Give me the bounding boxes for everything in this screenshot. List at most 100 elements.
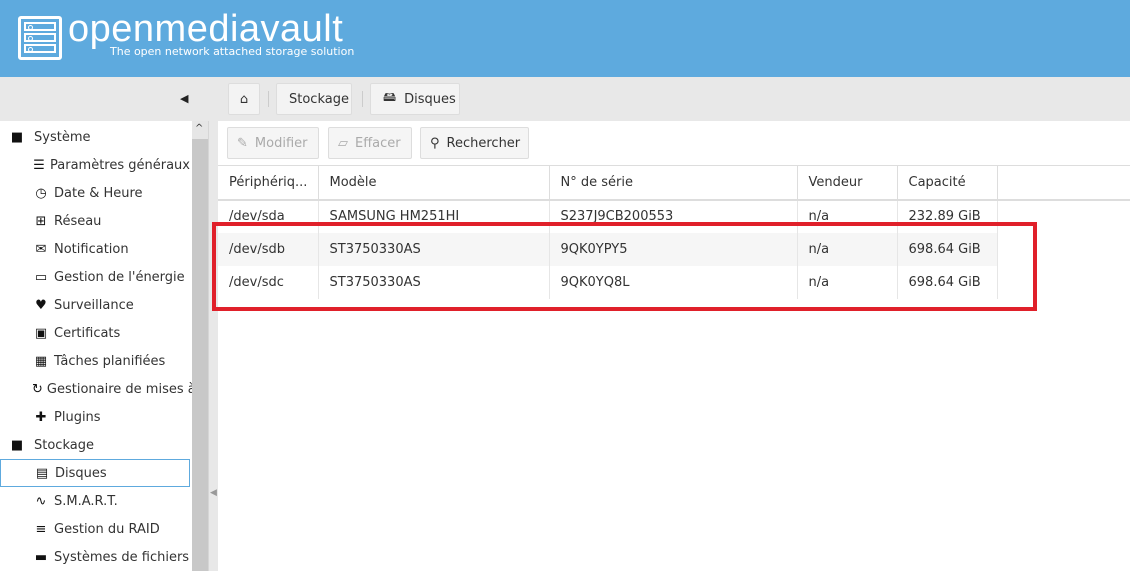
table-cell: /dev/sda — [218, 199, 319, 233]
sidebar-item-label: Surveillance — [54, 297, 134, 313]
eraser-icon: ▱ — [338, 135, 348, 151]
breadcrumb-label: Stockage — [289, 91, 349, 107]
puzzle-icon: ✚ — [35, 409, 47, 425]
table-cell: n/a — [797, 199, 898, 233]
home-button[interactable]: ⌂ — [228, 83, 260, 115]
pulse-icon: ∿ — [35, 493, 47, 509]
sidebar-nav: ■ Système ☰ Paramètres généraux ◷ Date & Heur… — [0, 121, 192, 571]
sidebar-item[interactable]: ■ Système — [0, 123, 190, 151]
sidebar-item-label: Système — [34, 129, 91, 145]
column-header[interactable]: Vendeur — [797, 165, 898, 201]
sidebar-item[interactable]: ▭ Gestion de l'énergie — [0, 263, 190, 291]
calendar-clock-icon: ▦ — [34, 353, 48, 369]
sidebar-item[interactable]: ✚ Plugins — [0, 403, 190, 431]
pencil-icon: ✎ — [237, 135, 248, 151]
sidebar-item[interactable]: ▬ Systèmes de fichiers — [0, 543, 190, 571]
sidebar-item[interactable]: ↻Gestionaire de mises à jour — [0, 375, 192, 403]
breadcrumb-separator — [268, 91, 269, 107]
breadcrumb-separator — [362, 91, 363, 107]
table-cell: n/a — [797, 265, 898, 299]
table-cell: 698.64 GiB — [897, 232, 998, 266]
table-row[interactable]: /dev/sda SAMSUNG HM251HI S237J9CB200553 n/a… — [218, 199, 1130, 233]
scroll-up-icon[interactable]: ^ — [195, 123, 203, 134]
table-cell: ST3750330AS — [318, 265, 550, 299]
table-row[interactable]: /dev/sdc ST3750330AS 9QK0YQ8L n/a 698.64 GiB — [218, 265, 1130, 299]
logo-server-icon — [18, 16, 62, 60]
hdd-icon: 🖴 — [383, 90, 397, 105]
sidebar-item[interactable]: ◷ Date & Heure — [0, 179, 190, 207]
sidebar-item-label: Certificats — [54, 325, 121, 341]
column-header-filler — [997, 165, 1130, 201]
brand-tagline: The open network attached storage soluti… — [110, 45, 355, 58]
table-cell-filler — [997, 232, 1130, 266]
search-button[interactable]: ⚲ Rechercher — [420, 127, 529, 159]
wipe-label: Effacer — [355, 135, 401, 151]
column-header[interactable]: Modèle — [318, 165, 550, 201]
certificate-icon: ▣ — [34, 325, 48, 341]
sidebar-item-label: Paramètres généraux — [50, 157, 190, 173]
column-header[interactable]: Capacité — [897, 165, 998, 201]
table-cell: 9QK0YPY5 — [549, 232, 798, 266]
table-cell-filler — [997, 199, 1130, 233]
wipe-button[interactable]: ▱ Effacer — [328, 127, 412, 159]
sidebar-item-label: Gestion de l'énergie — [54, 269, 185, 285]
sidebar-item[interactable]: ⊞ Réseau — [0, 207, 190, 235]
envelope-icon: ✉ — [35, 241, 47, 257]
home-icon: ⌂ — [239, 91, 249, 107]
battery-icon: ▭ — [34, 269, 48, 285]
table-cell: S237J9CB200553 — [549, 199, 798, 233]
minus-square-icon: ■ — [10, 437, 24, 453]
table-cell: n/a — [797, 232, 898, 266]
sliders-icon: ☰ — [33, 157, 45, 173]
breadcrumb-bar — [0, 77, 1130, 121]
edit-label: Modifier — [254, 135, 308, 151]
sidebar-item-label: Notification — [54, 241, 129, 257]
table-cell: /dev/sdc — [218, 265, 319, 299]
sidebar-item-label: Plugins — [54, 409, 101, 425]
sidebar-item[interactable]: ≡ Gestion du RAID — [0, 515, 190, 543]
column-header[interactable]: N° de série — [549, 165, 798, 201]
table-cell: ST3750330AS — [318, 232, 550, 266]
disks-table: Périphériq... Modèle N° de série Vendeur Cap… — [218, 165, 1130, 299]
sidebar-item[interactable]: ▤ Disques — [0, 459, 190, 487]
table-cell: 698.64 GiB — [897, 265, 998, 299]
sidebar-scrollbar-thumb[interactable] — [192, 139, 208, 571]
breadcrumb-label: Disques — [404, 91, 456, 107]
network-icon: ⊞ — [35, 213, 47, 229]
hdd-icon: ▤ — [35, 465, 49, 481]
sidebar-item-label: Systèmes de fichiers — [54, 549, 190, 565]
sidebar-item[interactable]: ▦ Tâches planifiées — [0, 347, 190, 375]
sidebar-item-label: Tâches planifiées — [54, 353, 166, 369]
clock-icon: ◷ — [35, 185, 47, 201]
edit-button[interactable]: ✎ Modifier — [227, 127, 319, 159]
sidebar-item[interactable]: ▣ Certificats — [0, 319, 190, 347]
sidebar-item[interactable]: ■ Stockage — [0, 431, 190, 459]
collapse-sidebar-icon[interactable]: ◀ — [180, 92, 188, 105]
minus-square-icon: ■ — [10, 129, 24, 145]
column-header[interactable]: Périphériq... — [218, 165, 319, 201]
table-cell: 9QK0YQ8L — [549, 265, 798, 299]
sidebar-item-label: Réseau — [54, 213, 102, 229]
sidebar-item-label: S.M.A.R.T. — [54, 493, 118, 509]
sidebar-item-label: Gestionaire de mises à jour — [46, 381, 192, 397]
table-cell: /dev/sdb — [218, 232, 319, 266]
heartbeat-icon: ♥ — [35, 297, 47, 313]
sidebar-item[interactable]: ♥ Surveillance — [0, 291, 190, 319]
sidebar-item[interactable]: ✉ Notification — [0, 235, 190, 263]
folder-icon: ▬ — [34, 549, 48, 565]
app-header: openmediavault The open network attached… — [0, 0, 1130, 77]
sidebar-splitter[interactable] — [208, 121, 218, 571]
table-cell: 232.89 GiB — [897, 199, 998, 233]
refresh-icon: ↻ — [32, 381, 43, 397]
splitter-collapse-icon[interactable]: ◀ — [210, 488, 217, 498]
table-cell-filler — [997, 265, 1130, 299]
sidebar-item[interactable]: ∿ S.M.A.R.T. — [0, 487, 190, 515]
sidebar-item-label: Gestion du RAID — [54, 521, 160, 537]
table-row[interactable]: /dev/sdb ST3750330AS 9QK0YPY5 n/a 698.64 GiB — [218, 232, 1130, 266]
table-cell: SAMSUNG HM251HI — [318, 199, 550, 233]
search-label: Rechercher — [446, 135, 521, 151]
breadcrumb-stockage[interactable]: Stockage — [276, 83, 352, 115]
database-icon: ≡ — [35, 521, 47, 537]
sidebar-item[interactable]: ☰ Paramètres généraux — [0, 151, 190, 179]
breadcrumb-disques[interactable]: 🖴 Disques — [370, 83, 460, 115]
